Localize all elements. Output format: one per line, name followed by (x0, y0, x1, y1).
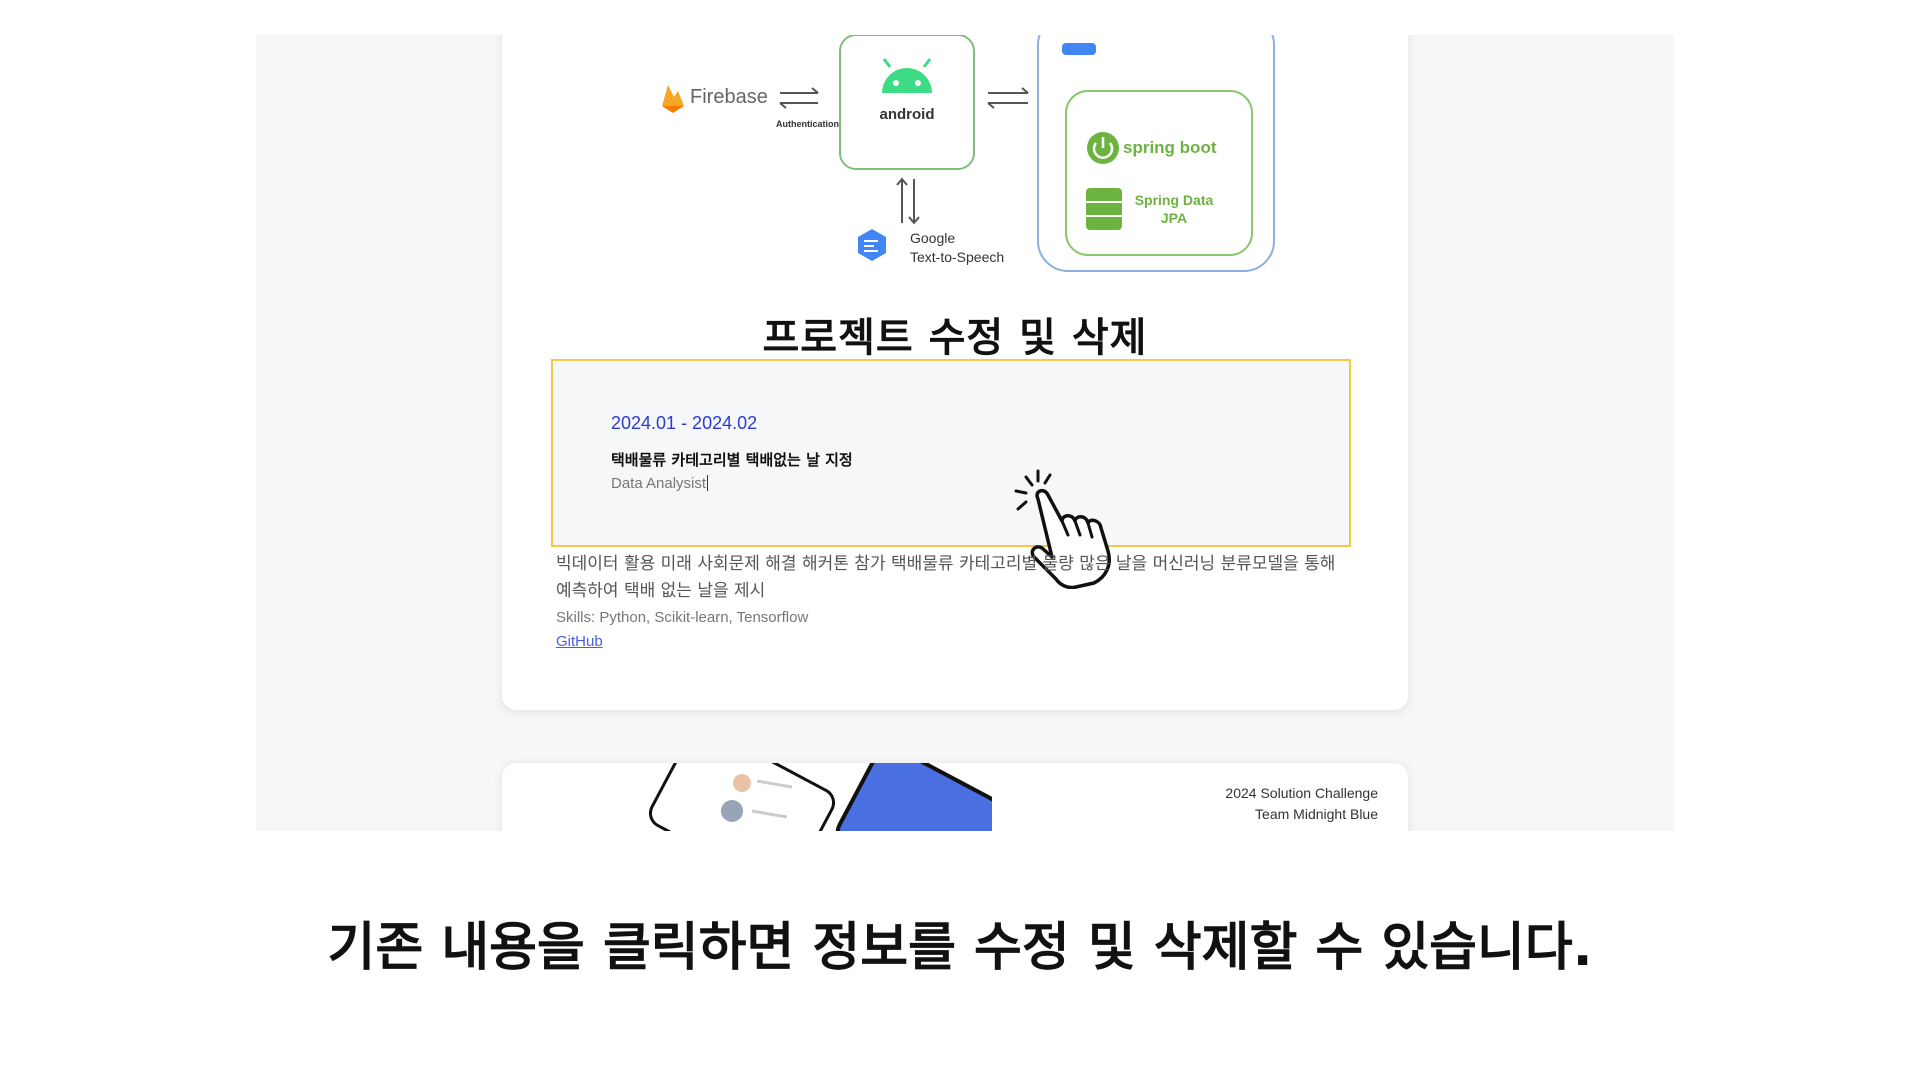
screenshot-area: Firebase Authentication android Google T… (256, 35, 1674, 831)
auth-label: Authentication (776, 119, 839, 129)
text-to-speech-icon (858, 229, 886, 261)
database-icon (1086, 188, 1122, 230)
auth-arrows (779, 87, 819, 109)
server-container-top-icon (1062, 43, 1096, 55)
android-label: android (880, 106, 935, 123)
instruction-caption: 기존 내용을 클릭하면 정보를 수정 및 삭제할 수 있습니다. (327, 918, 1593, 978)
project-description: 빅데이터 활용 미래 사회문제 해결 해커톤 참가 택배물류 카테고리별 물량 … (556, 554, 1336, 601)
tts-arrows (896, 177, 920, 225)
tts-label-2: Text-to-Speech (910, 249, 1004, 265)
server-arrows (987, 87, 1029, 109)
editable-entry[interactable]: 2024.01 - 2024.02 택배물류 카테고리별 택배없는 날 지정 D… (551, 359, 1351, 589)
android-box (839, 35, 975, 170)
text-caret (707, 475, 709, 491)
firebase-label: Firebase (690, 86, 768, 108)
phone-mockup-image (648, 763, 992, 831)
tts-label-1: Google (910, 230, 955, 246)
team-name: Team Midnight Blue (1255, 806, 1378, 822)
next-project-card[interactable]: 2024 Solution Challenge Team Midnight Bl… (502, 763, 1408, 831)
spring-box (1065, 90, 1253, 256)
spring-data-label-2: JPA (1161, 210, 1187, 226)
spring-boot-label: spring boot (1123, 138, 1217, 157)
entry-role-field[interactable]: Data Analysist (611, 475, 709, 492)
spring-data-label-1: Spring Data (1135, 192, 1214, 208)
firebase-icon (662, 85, 684, 113)
entry-title[interactable]: 택배물류 카테고리별 택배없는 날 지정 (611, 449, 853, 470)
challenge-info: 2024 Solution Challenge Team Midnight Bl… (1225, 783, 1378, 825)
challenge-name: 2024 Solution Challenge (1225, 785, 1378, 801)
project-skills: Skills: Python, Scikit-learn, Tensorflow (556, 609, 809, 626)
section-title: 프로젝트 수정 및 삭제 (762, 315, 1148, 361)
spring-boot-icon (1087, 132, 1119, 164)
entry-role[interactable]: Data Analysist (611, 475, 706, 492)
project-card: Firebase Authentication android Google T… (502, 35, 1408, 710)
entry-period[interactable]: 2024.01 - 2024.02 (611, 413, 757, 434)
github-link[interactable]: GitHub (556, 633, 603, 650)
architecture-diagram: Firebase Authentication android Google T… (662, 35, 1275, 272)
